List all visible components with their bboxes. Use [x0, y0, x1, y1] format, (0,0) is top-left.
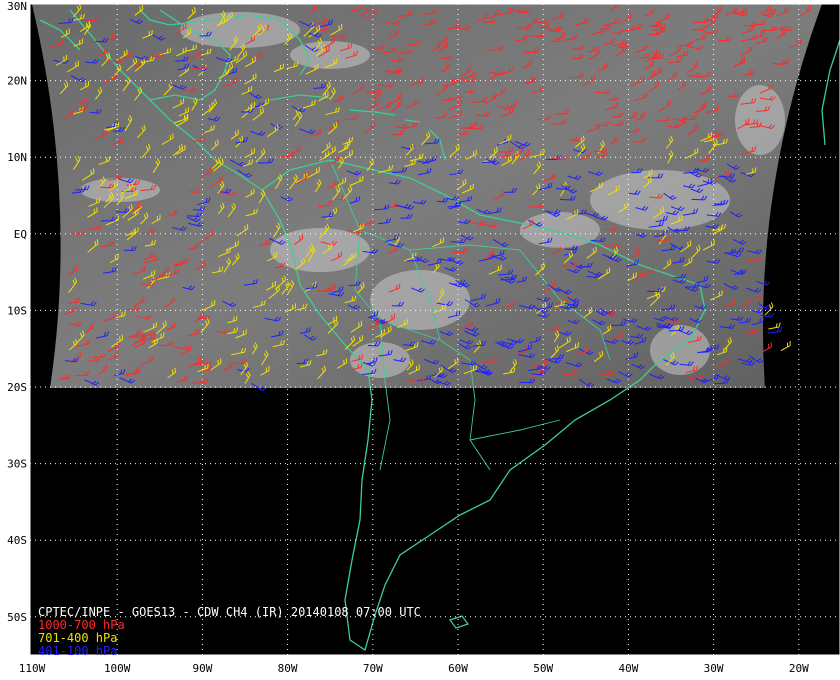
legend-high-level: 401-100 hPa — [38, 644, 117, 658]
latitude-tick-label: 10N — [7, 151, 27, 164]
latitude-tick-label: 20N — [7, 75, 27, 88]
longitude-tick-label: 100W — [104, 662, 131, 675]
longitude-tick-label: 30W — [704, 662, 724, 675]
latitude-tick-label: 20S — [7, 381, 27, 394]
longitude-tick-label: 70W — [363, 662, 383, 675]
longitude-tick-label: 40W — [618, 662, 638, 675]
longitude-axis: 110W 100W 90W 80W 70W 60W 50W 40W 30W 20W — [19, 662, 809, 675]
legend-mid-level: 701-400 hPa — [38, 631, 117, 645]
longitude-tick-label: 60W — [448, 662, 468, 675]
latitude-tick-label: EQ — [14, 228, 27, 241]
latitude-tick-label: 30N — [7, 0, 27, 13]
longitude-tick-label: 50W — [533, 662, 553, 675]
latitude-tick-label: 30S — [7, 458, 27, 471]
latitude-axis: 30N 20N 10N EQ 10S 20S 30S 40S 50S — [7, 0, 27, 624]
latitude-tick-label: 40S — [7, 534, 27, 547]
latitude-tick-label: 50S — [7, 611, 27, 624]
longitude-tick-label: 20W — [789, 662, 809, 675]
wind-vector-map: 30N 20N 10N EQ 10S 20S 30S 40S 50S 110W 100W 90W 80… — [7, 0, 840, 675]
legend-low-level: 1000-700 hPa — [38, 618, 125, 632]
longitude-tick-label: 90W — [192, 662, 212, 675]
longitude-tick-label: 80W — [278, 662, 298, 675]
latitude-tick-label: 10S — [7, 304, 27, 317]
caption-title: CPTEC/INPE - GOES13 - CDW CH4 (IR) 20140… — [38, 605, 421, 619]
longitude-tick-label: 110W — [19, 662, 46, 675]
